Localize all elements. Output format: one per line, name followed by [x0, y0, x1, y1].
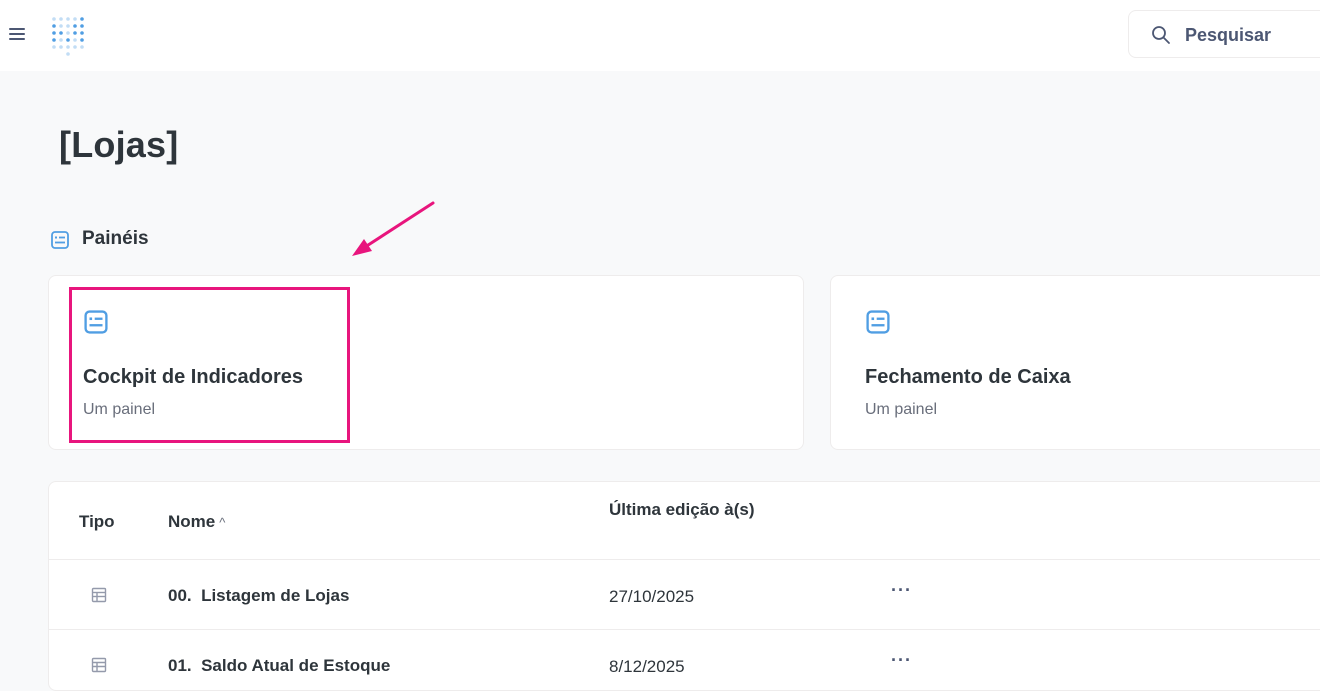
column-header-last-edit: Última edição à(s) [609, 500, 755, 519]
dashboard-icon [865, 309, 891, 340]
dashboard-icon [50, 230, 70, 255]
annotation-arrow [340, 195, 440, 265]
column-header-name-label: Nome [168, 512, 216, 531]
table-row[interactable]: 01. Saldo Atual de Estoque 8/12/2025 ··· [49, 629, 1320, 690]
search-button[interactable]: Pesquisar [1128, 10, 1320, 58]
caret-up-icon: ^ [219, 515, 226, 530]
dashboard-icon [83, 309, 109, 340]
items-table: Tipo Nome ^ Última edição à(s) 00. Listag… [48, 481, 1320, 691]
hamburger-menu-icon[interactable] [9, 28, 25, 42]
page-title: [Lojas] [59, 124, 179, 165]
metabase-logo[interactable] [48, 13, 88, 62]
search-label: Pesquisar [1185, 25, 1272, 45]
row-date: 8/12/2025 [609, 657, 685, 676]
search-icon [1151, 25, 1171, 50]
section-label: Painéis [82, 228, 149, 249]
row-date: 27/10/2025 [609, 587, 695, 606]
card-subtitle: Um painel [83, 401, 156, 418]
card-subtitle: Um painel [865, 401, 938, 418]
table-icon [91, 587, 107, 608]
top-navbar: Pesquisar [0, 0, 1320, 71]
row-name: 01. Saldo Atual de Estoque [168, 656, 391, 675]
card-title: Cockpit de Indicadores [83, 366, 304, 388]
column-header-type: Tipo [79, 512, 115, 531]
more-options-icon[interactable]: ··· [891, 580, 912, 601]
table-icon [91, 657, 107, 678]
table-row[interactable]: 00. Listagem de Lojas 27/10/2025 ··· [49, 559, 1320, 630]
row-name: 00. Listagem de Lojas [168, 586, 350, 605]
column-header-name[interactable]: Nome ^ [168, 512, 225, 532]
dashboard-card-fechamento[interactable]: Fechamento de Caixa Um painel [830, 275, 1320, 450]
card-title: Fechamento de Caixa [865, 366, 1071, 388]
more-options-icon[interactable]: ··· [891, 650, 912, 671]
dashboard-card-cockpit[interactable]: Cockpit de Indicadores Um painel [48, 275, 804, 450]
